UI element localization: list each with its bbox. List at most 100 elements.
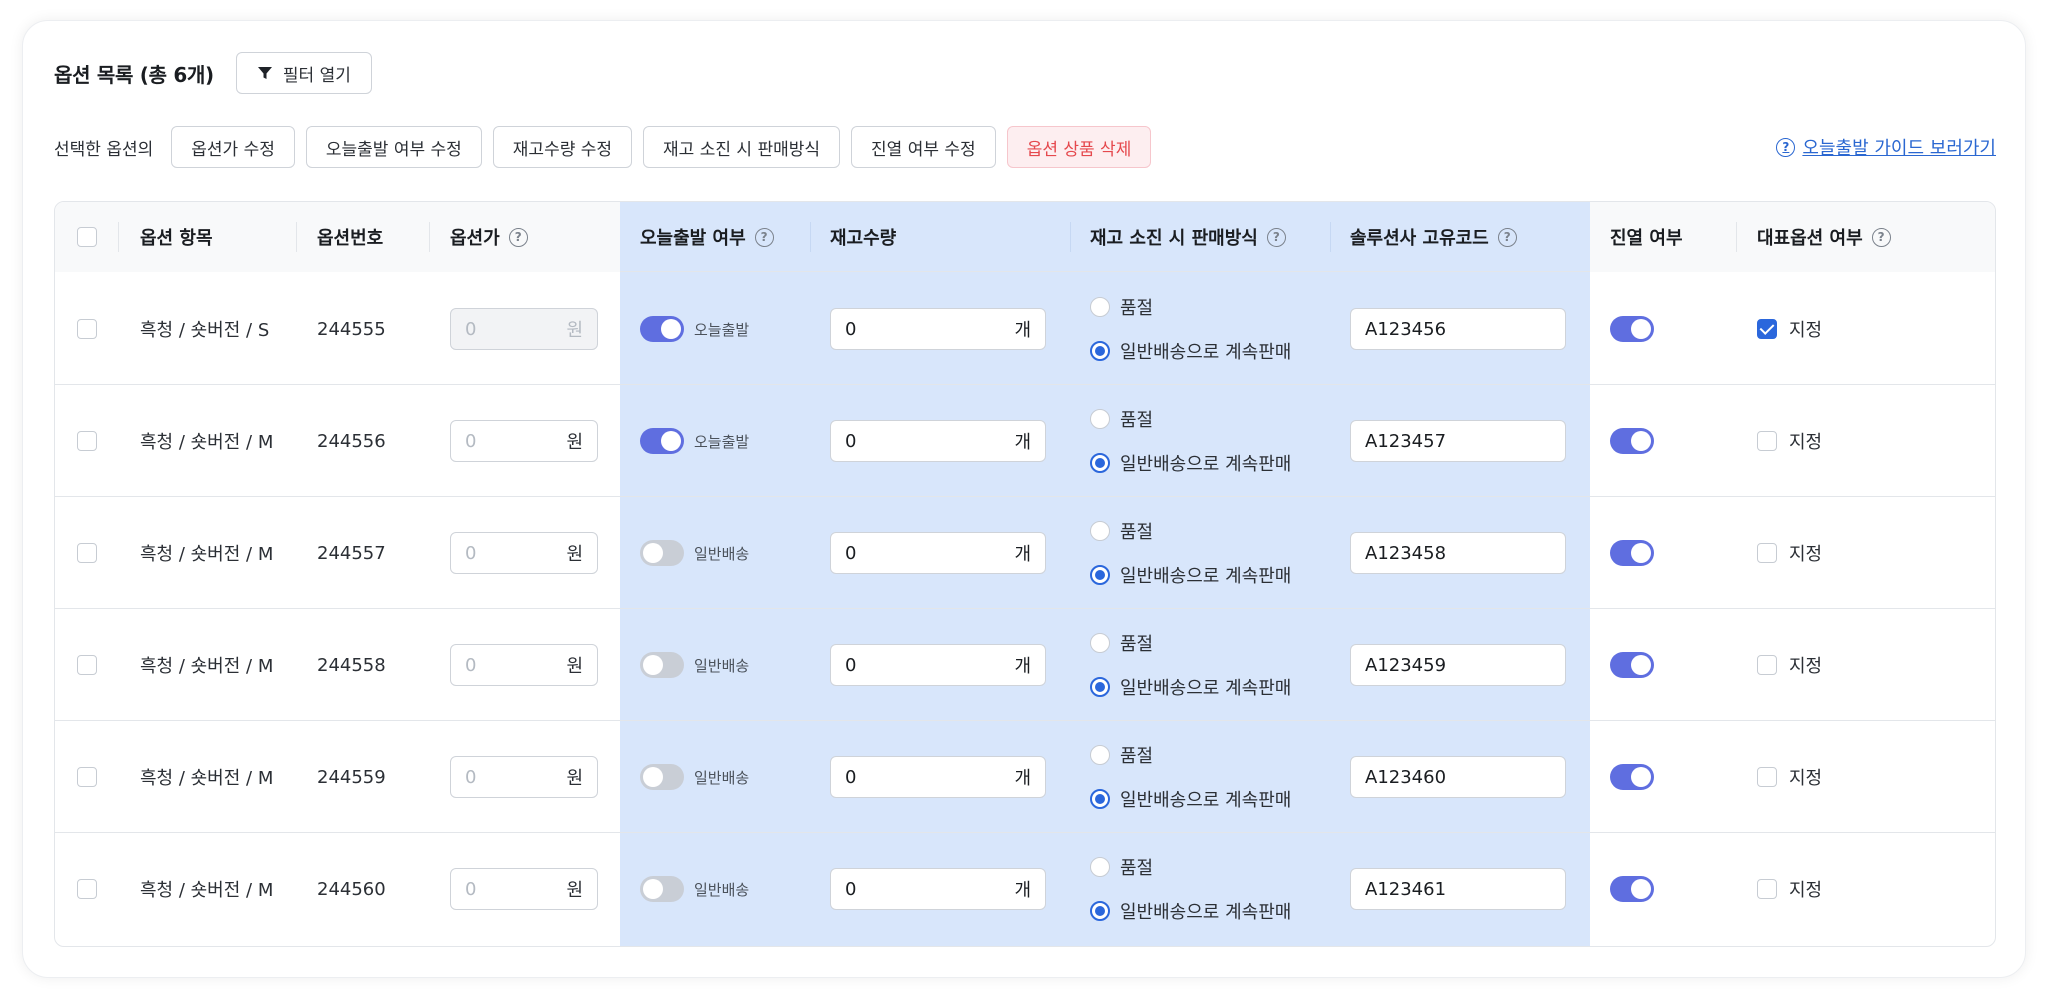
- display-toggle[interactable]: [1610, 764, 1654, 790]
- price-unit: 원: [566, 880, 583, 901]
- radio-circle[interactable]: [1090, 453, 1110, 473]
- solution-code-input[interactable]: A123459: [1350, 644, 1566, 686]
- today-toggle[interactable]: [640, 316, 684, 342]
- continue-radio[interactable]: 일반배송으로 계속판매: [1090, 786, 1291, 812]
- option-price-input[interactable]: 0원: [450, 420, 598, 462]
- representative-option[interactable]: 지정: [1757, 540, 1822, 566]
- filter-open-button[interactable]: 필터 열기: [235, 52, 372, 94]
- soldout-radio[interactable]: 품절: [1090, 294, 1291, 320]
- stock-input[interactable]: 0개: [830, 532, 1046, 574]
- stock-input[interactable]: 0개: [830, 756, 1046, 798]
- col-code-label: 솔루션사 고유코드: [1350, 228, 1489, 249]
- row-select-checkbox[interactable]: [77, 767, 97, 787]
- help-icon[interactable]: ?: [754, 227, 774, 247]
- edit-stock-button[interactable]: 재고수량 수정: [492, 126, 633, 168]
- today-guide-link[interactable]: ? 오늘출발 가이드 보러가기: [1776, 134, 1996, 160]
- delete-option-button[interactable]: 옵션 상품 삭제: [1006, 126, 1152, 168]
- representative-checkbox[interactable]: [1757, 767, 1777, 787]
- display-toggle[interactable]: [1610, 540, 1654, 566]
- radio-circle[interactable]: [1090, 341, 1110, 361]
- stock-input[interactable]: 0개: [830, 420, 1046, 462]
- option-price-input[interactable]: 0원: [450, 644, 598, 686]
- stock-value: 0: [845, 318, 857, 340]
- col-rep-label: 대표옵션 여부: [1757, 228, 1863, 249]
- option-price-input[interactable]: 0원: [450, 868, 598, 910]
- display-toggle[interactable]: [1610, 428, 1654, 454]
- table-header-row: 옵션 항목 옵션번호 옵션가? 오늘출발 여부? 재고수량 재고 소진 시 판매…: [55, 202, 1995, 272]
- edit-today-button[interactable]: 오늘출발 여부 수정: [305, 126, 482, 168]
- display-toggle[interactable]: [1610, 876, 1654, 902]
- radio-circle[interactable]: [1090, 677, 1110, 697]
- today-toggle[interactable]: [640, 428, 684, 454]
- col-code: 솔루션사 고유코드?: [1350, 202, 1517, 272]
- continue-radio[interactable]: 일반배송으로 계속판매: [1090, 898, 1291, 924]
- today-toggle[interactable]: [640, 652, 684, 678]
- stock-input[interactable]: 0개: [830, 644, 1046, 686]
- representative-checkbox[interactable]: [1757, 879, 1777, 899]
- representative-option[interactable]: 지정: [1757, 764, 1822, 790]
- representative-option[interactable]: 지정: [1757, 316, 1822, 342]
- solution-code-input[interactable]: A123456: [1350, 308, 1566, 350]
- representative-checkbox[interactable]: [1757, 319, 1777, 339]
- display-toggle[interactable]: [1610, 652, 1654, 678]
- representative-checkbox[interactable]: [1757, 431, 1777, 451]
- row-select-checkbox[interactable]: [77, 655, 97, 675]
- continue-radio[interactable]: 일반배송으로 계속판매: [1090, 562, 1291, 588]
- edit-soldout-mode-button[interactable]: 재고 소진 시 판매방식: [643, 126, 841, 168]
- stock-unit: 개: [1014, 544, 1031, 565]
- today-toggle[interactable]: [640, 764, 684, 790]
- soldout-radio[interactable]: 품절: [1090, 406, 1291, 432]
- table-row: 흑청 / 숏버전 / M 244559 0 원 일반배송 0 개 품절 일반배송으로 계속판매 A…: [55, 721, 1995, 833]
- solution-code-input[interactable]: A123458: [1350, 532, 1566, 574]
- representative-label: 지정: [1789, 320, 1823, 341]
- edit-price-button[interactable]: 옵션가 수정: [171, 126, 295, 168]
- solution-code-input[interactable]: A123461: [1350, 868, 1566, 910]
- soldout-radio[interactable]: 품절: [1090, 854, 1291, 880]
- today-toggle[interactable]: [640, 876, 684, 902]
- option-price-input[interactable]: 0원: [450, 756, 598, 798]
- representative-option[interactable]: 지정: [1757, 652, 1822, 678]
- continue-radio[interactable]: 일반배송으로 계속판매: [1090, 338, 1291, 364]
- soldout-radio[interactable]: 품절: [1090, 742, 1291, 768]
- representative-option[interactable]: 지정: [1757, 428, 1822, 454]
- option-number: 244560: [317, 878, 386, 900]
- representative-option[interactable]: 지정: [1757, 876, 1822, 902]
- representative-checkbox[interactable]: [1757, 655, 1777, 675]
- radio-circle[interactable]: [1090, 565, 1110, 585]
- solution-code-value: A123457: [1365, 430, 1447, 452]
- row-select-checkbox[interactable]: [77, 319, 97, 339]
- radio-circle[interactable]: [1090, 789, 1110, 809]
- bulk-action-bar: 선택한 옵션의 옵션가 수정 오늘출발 여부 수정 재고수량 수정 재고 소진 …: [54, 126, 1996, 168]
- radio-circle[interactable]: [1090, 857, 1110, 877]
- radio-circle[interactable]: [1090, 297, 1110, 317]
- radio-circle[interactable]: [1090, 633, 1110, 653]
- row-select-checkbox[interactable]: [77, 543, 97, 563]
- help-icon[interactable]: ?: [1871, 227, 1891, 247]
- option-price-input[interactable]: 0원: [450, 532, 598, 574]
- representative-checkbox[interactable]: [1757, 543, 1777, 563]
- continue-radio[interactable]: 일반배송으로 계속판매: [1090, 450, 1291, 476]
- radio-circle[interactable]: [1090, 745, 1110, 765]
- radio-circle[interactable]: [1090, 521, 1110, 541]
- select-all-checkbox[interactable]: [77, 227, 97, 247]
- help-icon[interactable]: ?: [1266, 227, 1286, 247]
- edit-display-button[interactable]: 진열 여부 수정: [851, 126, 996, 168]
- stock-input[interactable]: 0개: [830, 308, 1046, 350]
- continue-radio[interactable]: 일반배송으로 계속판매: [1090, 674, 1291, 700]
- solution-code-input[interactable]: A123457: [1350, 420, 1566, 462]
- solution-code-input[interactable]: A123460: [1350, 756, 1566, 798]
- radio-circle[interactable]: [1090, 409, 1110, 429]
- option-number: 244555: [317, 318, 386, 340]
- stock-input[interactable]: 0개: [830, 868, 1046, 910]
- today-toggle-label: 일반배송: [694, 768, 750, 787]
- today-toggle[interactable]: [640, 540, 684, 566]
- radio-circle[interactable]: [1090, 901, 1110, 921]
- display-toggle[interactable]: [1610, 316, 1654, 342]
- soldout-radio[interactable]: 품절: [1090, 630, 1291, 656]
- row-select-checkbox[interactable]: [77, 879, 97, 899]
- row-select-checkbox[interactable]: [77, 431, 97, 451]
- soldout-radio[interactable]: 품절: [1090, 518, 1291, 544]
- help-icon[interactable]: ?: [1497, 227, 1517, 247]
- help-icon[interactable]: ?: [508, 227, 528, 247]
- continue-label: 일반배송으로 계속판매: [1120, 342, 1292, 363]
